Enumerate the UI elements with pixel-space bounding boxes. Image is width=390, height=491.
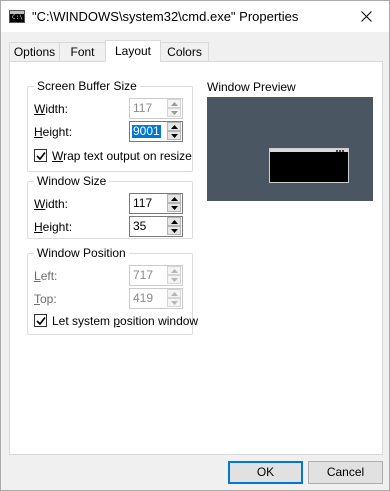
position-left-down-button[interactable] — [167, 275, 181, 284]
buffer-width-stepper[interactable]: 117 — [129, 98, 183, 119]
properties-dialog: C:\ "C:\WINDOWS\system32\cmd.exe" Proper… — [0, 0, 390, 491]
chevron-down-icon — [170, 205, 178, 210]
window-title: "C:\WINDOWS\system32\cmd.exe" Properties — [32, 9, 299, 24]
chevron-up-icon — [170, 196, 178, 201]
chevron-up-icon — [170, 291, 178, 296]
window-position-title: Window Position — [34, 246, 129, 260]
window-width-up-button[interactable] — [167, 194, 181, 203]
tab-font[interactable]: Font — [59, 42, 106, 62]
position-top-value: 419 — [133, 291, 154, 305]
window-size-title: Window Size — [34, 174, 110, 188]
position-left-up-button[interactable] — [167, 266, 181, 275]
buffer-height-value[interactable]: 9001 — [132, 125, 161, 138]
window-preview-label: Window Preview — [207, 80, 296, 94]
position-top-down-button[interactable] — [167, 298, 181, 307]
window-height-label: Height: — [34, 220, 73, 234]
position-left-stepper[interactable]: 717 — [129, 265, 183, 286]
chevron-down-icon — [170, 300, 178, 305]
position-left-label: Left: — [34, 269, 58, 283]
window-width-label: Width: — [34, 197, 69, 211]
chevron-down-icon — [170, 277, 178, 282]
screen-buffer-size-group: Screen Buffer Size Width: 117 Height: 90… — [27, 79, 193, 172]
screen-buffer-size-title: Screen Buffer Size — [34, 79, 140, 93]
position-left-value: 717 — [133, 268, 154, 282]
buffer-height-down-button[interactable] — [167, 131, 181, 140]
window-preview — [207, 97, 373, 201]
window-width-down-button[interactable] — [167, 203, 181, 212]
window-width-value[interactable]: 117 — [133, 197, 152, 210]
window-height-value[interactable]: 35 — [133, 220, 146, 233]
buffer-width-value: 117 — [133, 101, 153, 115]
layout-tab-panel: Screen Buffer Size Width: 117 Height: 90… — [9, 61, 383, 455]
position-top-label: Top: — [34, 292, 57, 306]
cancel-button[interactable]: Cancel — [308, 461, 383, 484]
chevron-down-icon — [170, 228, 178, 233]
chevron-up-icon — [170, 101, 178, 106]
chevron-down-icon — [170, 133, 178, 138]
close-button[interactable] — [343, 1, 389, 32]
chevron-down-icon — [170, 110, 178, 115]
window-position-group: Window Position Left: 717 Top: 419 Let s… — [27, 246, 198, 335]
chevron-up-icon — [170, 268, 178, 273]
console-window-icon: C:\ — [9, 10, 25, 23]
preview-console-window — [269, 148, 349, 183]
window-height-up-button[interactable] — [167, 217, 181, 226]
checkmark-icon — [36, 152, 46, 161]
position-top-stepper[interactable]: 419 — [129, 288, 183, 309]
buffer-width-label: Width: — [34, 102, 69, 116]
title-bar: C:\ "C:\WINDOWS\system32\cmd.exe" Proper… — [1, 1, 389, 32]
buffer-height-label: Height: — [34, 125, 73, 139]
wrap-text-label[interactable]: Wrap text output on resize — [52, 149, 192, 163]
position-top-up-button[interactable] — [167, 289, 181, 298]
window-height-stepper[interactable]: 35 — [129, 216, 183, 237]
chevron-up-icon — [170, 124, 178, 129]
wrap-text-checkbox[interactable] — [34, 149, 47, 162]
tab-options[interactable]: Options — [9, 42, 60, 62]
close-icon — [360, 11, 372, 22]
window-width-stepper[interactable]: 117 — [129, 193, 183, 214]
buffer-width-down-button[interactable] — [167, 108, 181, 117]
window-size-group: Window Size Width: 117 Height: 35 — [27, 174, 193, 239]
tab-colors[interactable]: Colors — [160, 42, 209, 62]
let-system-position-label[interactable]: Let system position window — [52, 314, 198, 328]
buffer-width-up-button[interactable] — [167, 99, 181, 108]
window-height-down-button[interactable] — [167, 226, 181, 235]
chevron-up-icon — [170, 219, 178, 224]
checkmark-icon — [36, 317, 46, 326]
buffer-height-up-button[interactable] — [167, 122, 181, 131]
let-system-position-checkbox[interactable] — [34, 314, 47, 327]
ok-button[interactable]: OK — [228, 461, 303, 484]
tab-layout[interactable]: Layout — [105, 40, 161, 62]
buffer-height-stepper[interactable]: 9001 — [129, 121, 183, 142]
